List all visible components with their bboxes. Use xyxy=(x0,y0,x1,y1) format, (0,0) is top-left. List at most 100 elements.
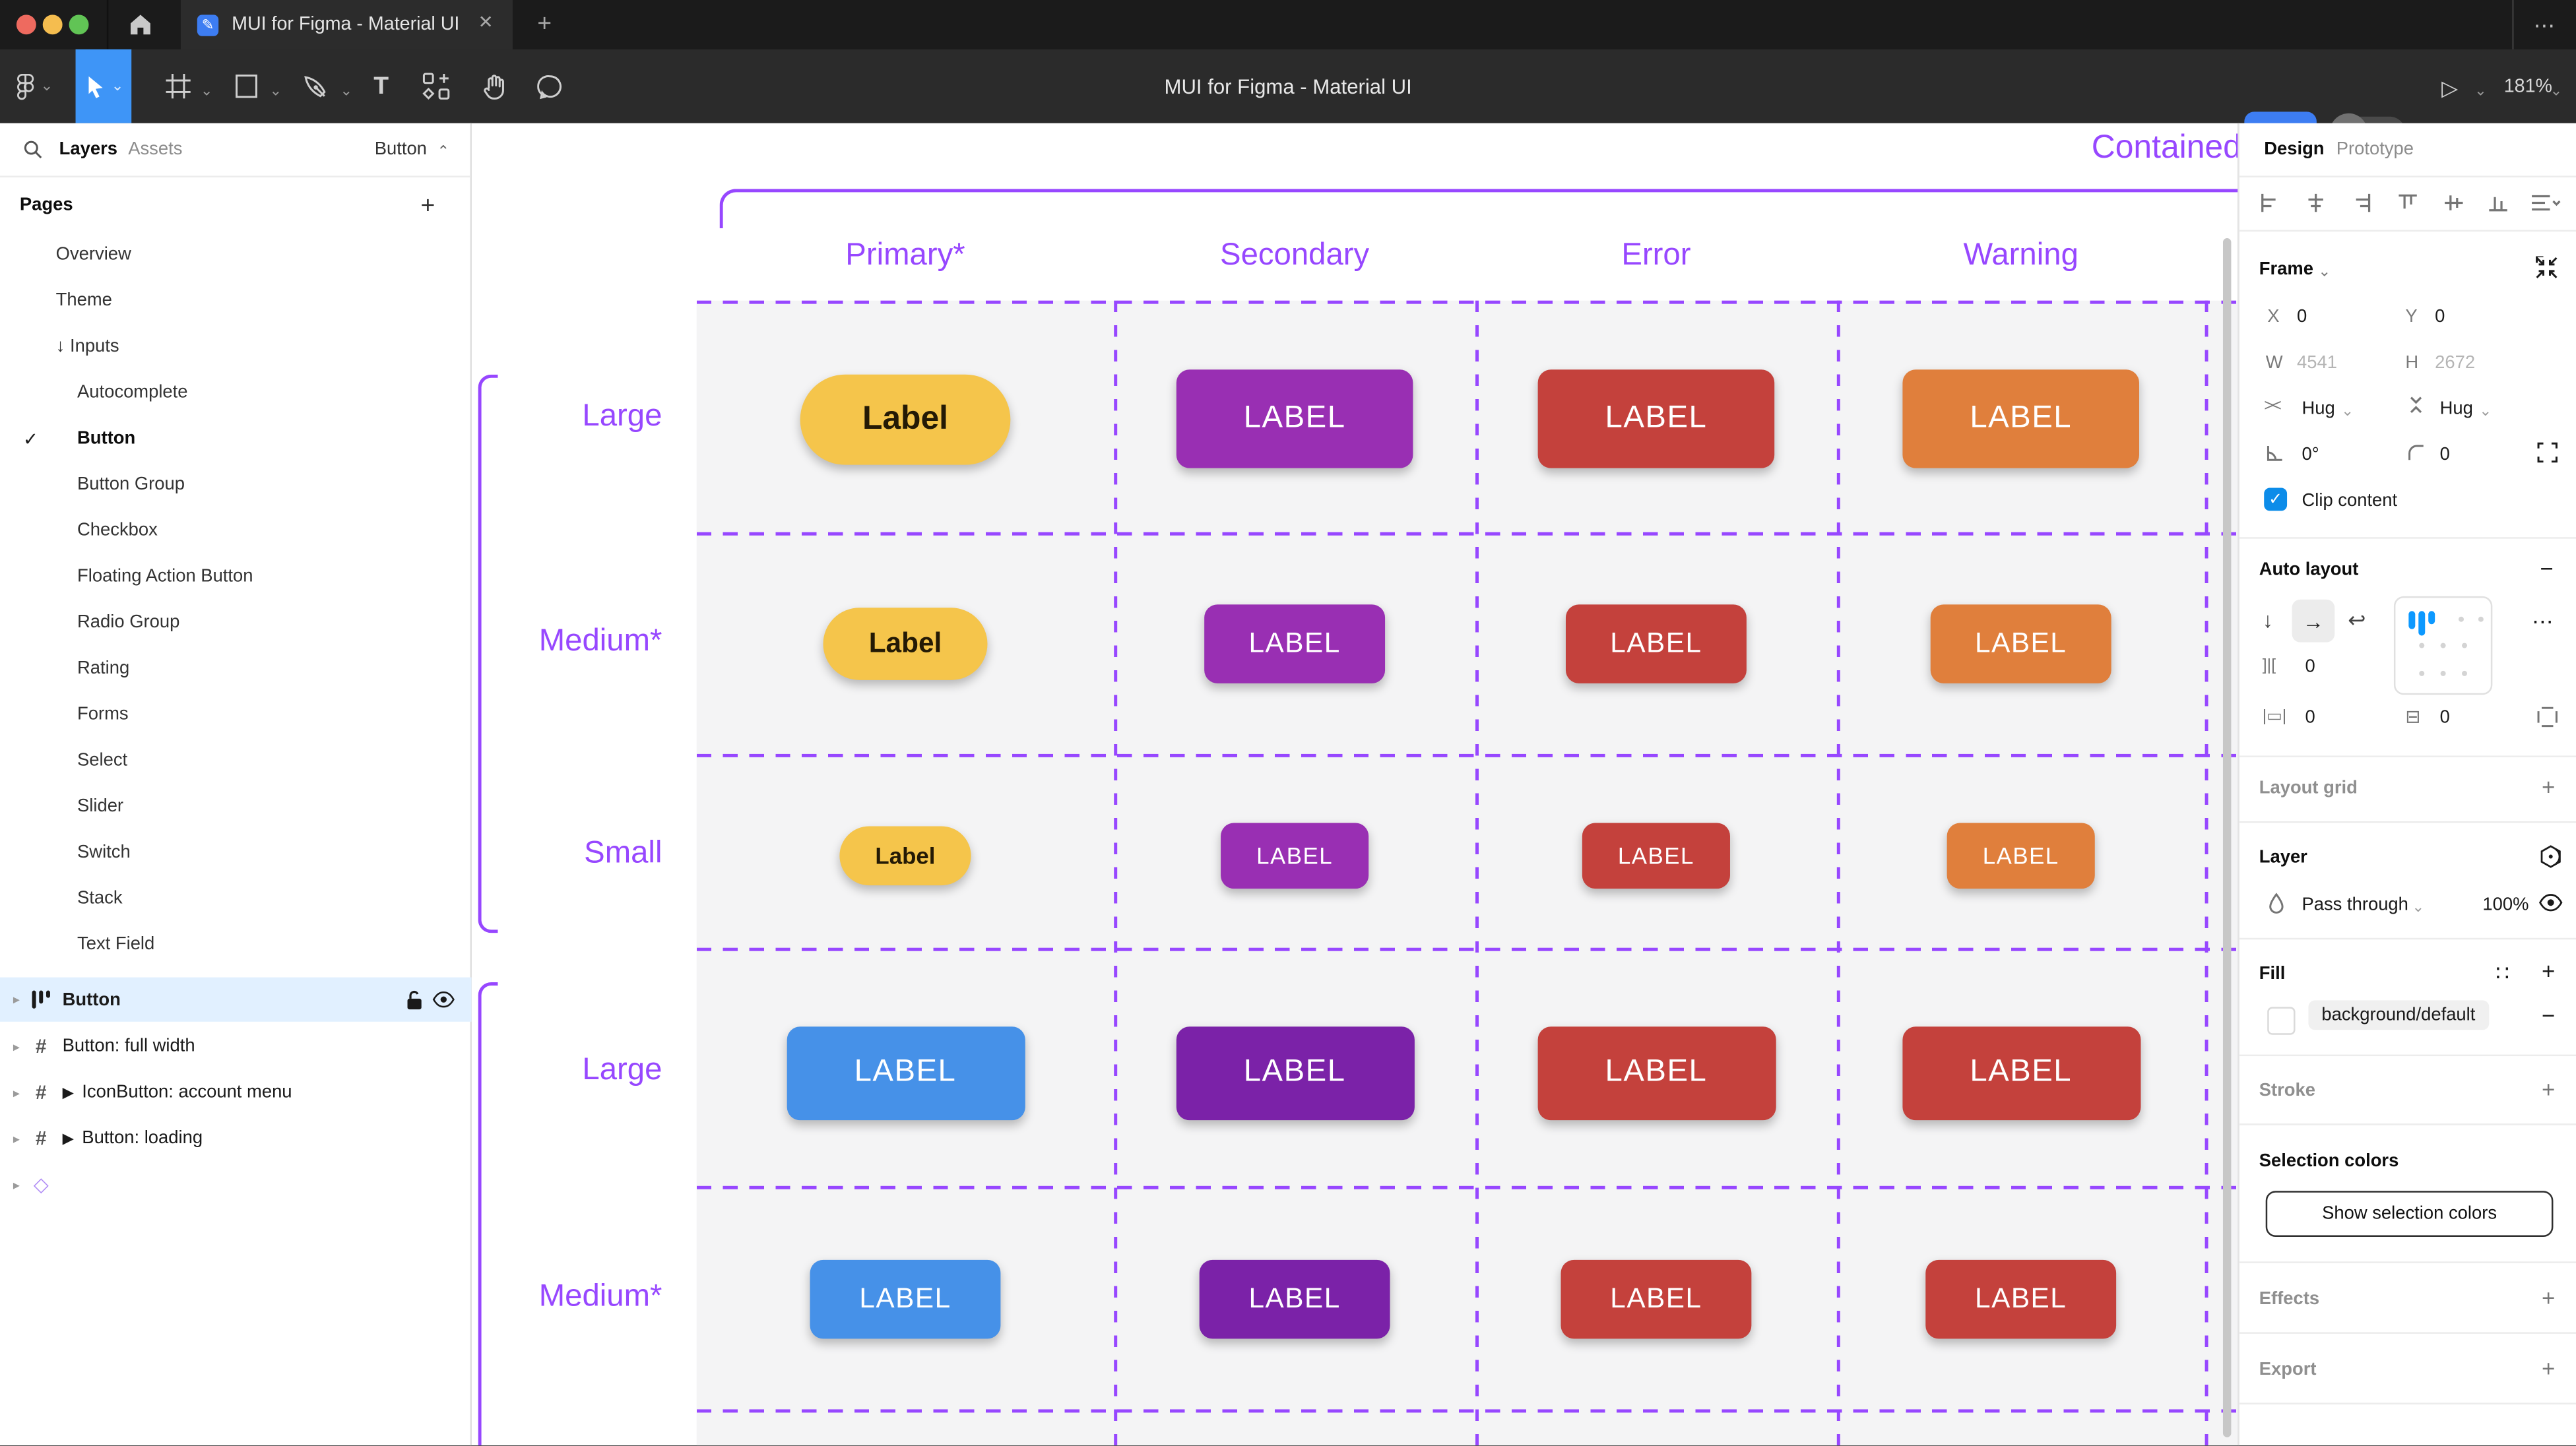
unlock-icon[interactable] xyxy=(404,989,424,1012)
show-selection-colors-button[interactable]: Show selection colors xyxy=(2266,1191,2554,1237)
page-item-theme[interactable]: Theme xyxy=(0,278,472,324)
w-value[interactable]: 4541 xyxy=(2297,353,2337,373)
align-left-icon[interactable] xyxy=(2259,192,2280,213)
layer-item-button-loading[interactable]: ▸#▶Button: loading xyxy=(0,1116,472,1162)
frame-title[interactable]: Contained xyxy=(2092,130,2238,168)
padding-horizontal-value[interactable]: 0 xyxy=(2305,708,2315,728)
canvas-button-small-col1-g1[interactable]: Label xyxy=(839,826,971,885)
new-tab-icon[interactable]: + xyxy=(537,11,552,36)
page-item-inputs[interactable]: ↓ Inputs xyxy=(0,324,472,370)
frame-tool-chevron-icon[interactable]: ⌄ xyxy=(201,84,213,98)
tab-prototype[interactable]: Prototype xyxy=(2336,140,2414,160)
fill-color-swatch[interactable] xyxy=(2267,1007,2295,1034)
layer-item-button-full-width[interactable]: ▸#Button: full width xyxy=(0,1023,472,1069)
gap-value[interactable]: 0 xyxy=(2305,657,2315,677)
layout-grid-section-title[interactable]: Layout grid xyxy=(2259,778,2358,798)
shape-tool-chevron-icon[interactable]: ⌄ xyxy=(269,84,282,98)
present-play-icon[interactable]: ▷ xyxy=(2441,76,2458,102)
align-h-center-icon[interactable] xyxy=(2305,192,2326,213)
auto-layout-section-title[interactable]: Auto layout xyxy=(2259,560,2359,580)
pen-tool-chevron-icon[interactable]: ⌄ xyxy=(340,84,352,98)
resources-tool-button[interactable] xyxy=(414,49,457,123)
canvas-button-large-col2-g1[interactable]: LABEL xyxy=(1176,369,1413,468)
frame-tool-button[interactable] xyxy=(158,49,197,123)
clip-content-checkbox[interactable]: ✓ xyxy=(2264,488,2287,511)
remove-auto-layout-icon[interactable]: − xyxy=(2540,555,2554,582)
window-minimize-traffic-light[interactable] xyxy=(43,15,63,34)
expand-caret-icon[interactable]: ▸ xyxy=(13,1085,30,1100)
export-section-title[interactable]: Export xyxy=(2259,1360,2317,1380)
expand-caret-icon[interactable]: ▸ xyxy=(13,992,30,1007)
canvas-button-medium-col1-g2[interactable]: LABEL xyxy=(810,1260,1001,1339)
add-fill-icon[interactable]: + xyxy=(2542,958,2555,984)
layer-item-button[interactable]: ▸Button xyxy=(0,978,472,1022)
padding-vertical-value[interactable]: 0 xyxy=(2440,708,2450,728)
alignment-widget[interactable] xyxy=(2394,596,2492,695)
page-item-forms[interactable]: Forms xyxy=(0,691,472,738)
align-right-icon[interactable] xyxy=(2351,192,2372,213)
expand-caret-icon[interactable]: ▸ xyxy=(13,1039,30,1053)
x-value[interactable]: 0 xyxy=(2297,307,2307,327)
add-stroke-icon[interactable]: + xyxy=(2542,1076,2555,1102)
home-icon[interactable] xyxy=(128,13,152,36)
page-item-radio-group[interactable]: Radio Group xyxy=(0,600,472,646)
present-chevron-icon[interactable]: ⌄ xyxy=(2474,84,2487,98)
page-item-checkbox[interactable]: Checkbox xyxy=(0,507,472,553)
figma-main-menu[interactable]: ⌄ xyxy=(13,49,56,123)
move-tool-button[interactable]: ⌄ xyxy=(76,49,132,123)
canvas-button-medium-col1-g1[interactable]: Label xyxy=(823,608,987,680)
file-tab[interactable]: ✎ MUI for Figma - Material UI ✕ xyxy=(181,0,513,49)
search-icon[interactable] xyxy=(23,140,43,160)
canvas-button-medium-col2-g1[interactable]: LABEL xyxy=(1204,604,1385,683)
canvas-button-large-col4-g2[interactable]: LABEL xyxy=(1902,1026,2140,1119)
blend-mode-value[interactable]: Pass through xyxy=(2302,895,2408,915)
page-item-rating[interactable]: Rating xyxy=(0,646,472,692)
auto-layout-more-icon[interactable]: ⋯ xyxy=(2532,610,2553,636)
page-item-floating-action-button[interactable]: Floating Action Button xyxy=(0,553,472,600)
independent-corners-icon[interactable] xyxy=(2537,442,2558,463)
layer-item-iconbutton-account-menu[interactable]: ▸#▶IconButton: account menu xyxy=(0,1069,472,1116)
pen-tool-button[interactable] xyxy=(296,49,335,123)
page-item-text-field[interactable]: Text Field xyxy=(0,922,472,968)
layout-wrap-icon[interactable]: ↩ xyxy=(2348,608,2366,634)
comment-tool-button[interactable] xyxy=(529,49,572,123)
canvas-button-medium-col3-g1[interactable]: LABEL xyxy=(1566,604,1747,683)
add-page-icon[interactable]: + xyxy=(420,192,435,220)
layer-item--menu-[interactable]: ▸◇ xyxy=(0,1161,472,1207)
tab-layers[interactable]: Layers xyxy=(59,140,117,160)
canvas-button-small-col3-g1[interactable]: LABEL xyxy=(1582,823,1730,889)
distribute-icon[interactable] xyxy=(2530,192,2561,213)
tab-design[interactable]: Design xyxy=(2264,140,2324,160)
add-layout-grid-icon[interactable]: + xyxy=(2542,774,2555,800)
blend-mode-icon[interactable] xyxy=(2538,844,2563,869)
add-export-icon[interactable]: + xyxy=(2542,1355,2555,1381)
canvas-button-small-col2-g1[interactable]: LABEL xyxy=(1221,823,1368,889)
corner-radius-value[interactable]: 0 xyxy=(2440,445,2450,465)
h-value[interactable]: 2672 xyxy=(2435,353,2475,373)
canvas-button-large-col4-g1[interactable]: LABEL xyxy=(1902,369,2139,468)
page-item-button[interactable]: ✓Button xyxy=(0,416,472,462)
canvas-button-large-col1-g2[interactable]: LABEL xyxy=(786,1026,1024,1119)
layer-visibility-eye-icon[interactable] xyxy=(2538,894,2563,912)
page-item-switch[interactable]: Switch xyxy=(0,829,472,875)
zoom-level-value[interactable]: 181% xyxy=(2504,77,2552,97)
component-selector[interactable]: Button xyxy=(375,140,427,160)
align-top-icon[interactable] xyxy=(2397,192,2418,213)
opacity-value[interactable]: 100% xyxy=(2482,895,2528,915)
hug-vertical-value[interactable]: Hug xyxy=(2440,399,2473,419)
layout-vertical-icon[interactable]: ↓ xyxy=(2263,608,2273,632)
canvas-button-medium-col2-g2[interactable]: LABEL xyxy=(1200,1260,1390,1339)
window-close-traffic-light[interactable] xyxy=(16,15,36,34)
hug-horizontal-value[interactable]: Hug xyxy=(2302,399,2334,419)
canvas-button-large-col3-g1[interactable]: LABEL xyxy=(1538,369,1775,468)
collapse-frame-icon[interactable] xyxy=(2535,256,2558,279)
tab-assets[interactable]: Assets xyxy=(128,140,182,160)
page-item-stack[interactable]: Stack xyxy=(0,875,472,922)
canvas-button-medium-col3-g2[interactable]: LABEL xyxy=(1561,1260,1752,1339)
remove-fill-icon[interactable]: − xyxy=(2542,1002,2555,1028)
y-value[interactable]: 0 xyxy=(2435,307,2445,327)
canvas-button-large-col3-g2[interactable]: LABEL xyxy=(1537,1026,1775,1119)
page-item-button-group[interactable]: Button Group xyxy=(0,462,472,508)
fill-style-chip[interactable]: background/default xyxy=(2308,1000,2488,1030)
align-v-center-icon[interactable] xyxy=(2443,192,2464,213)
